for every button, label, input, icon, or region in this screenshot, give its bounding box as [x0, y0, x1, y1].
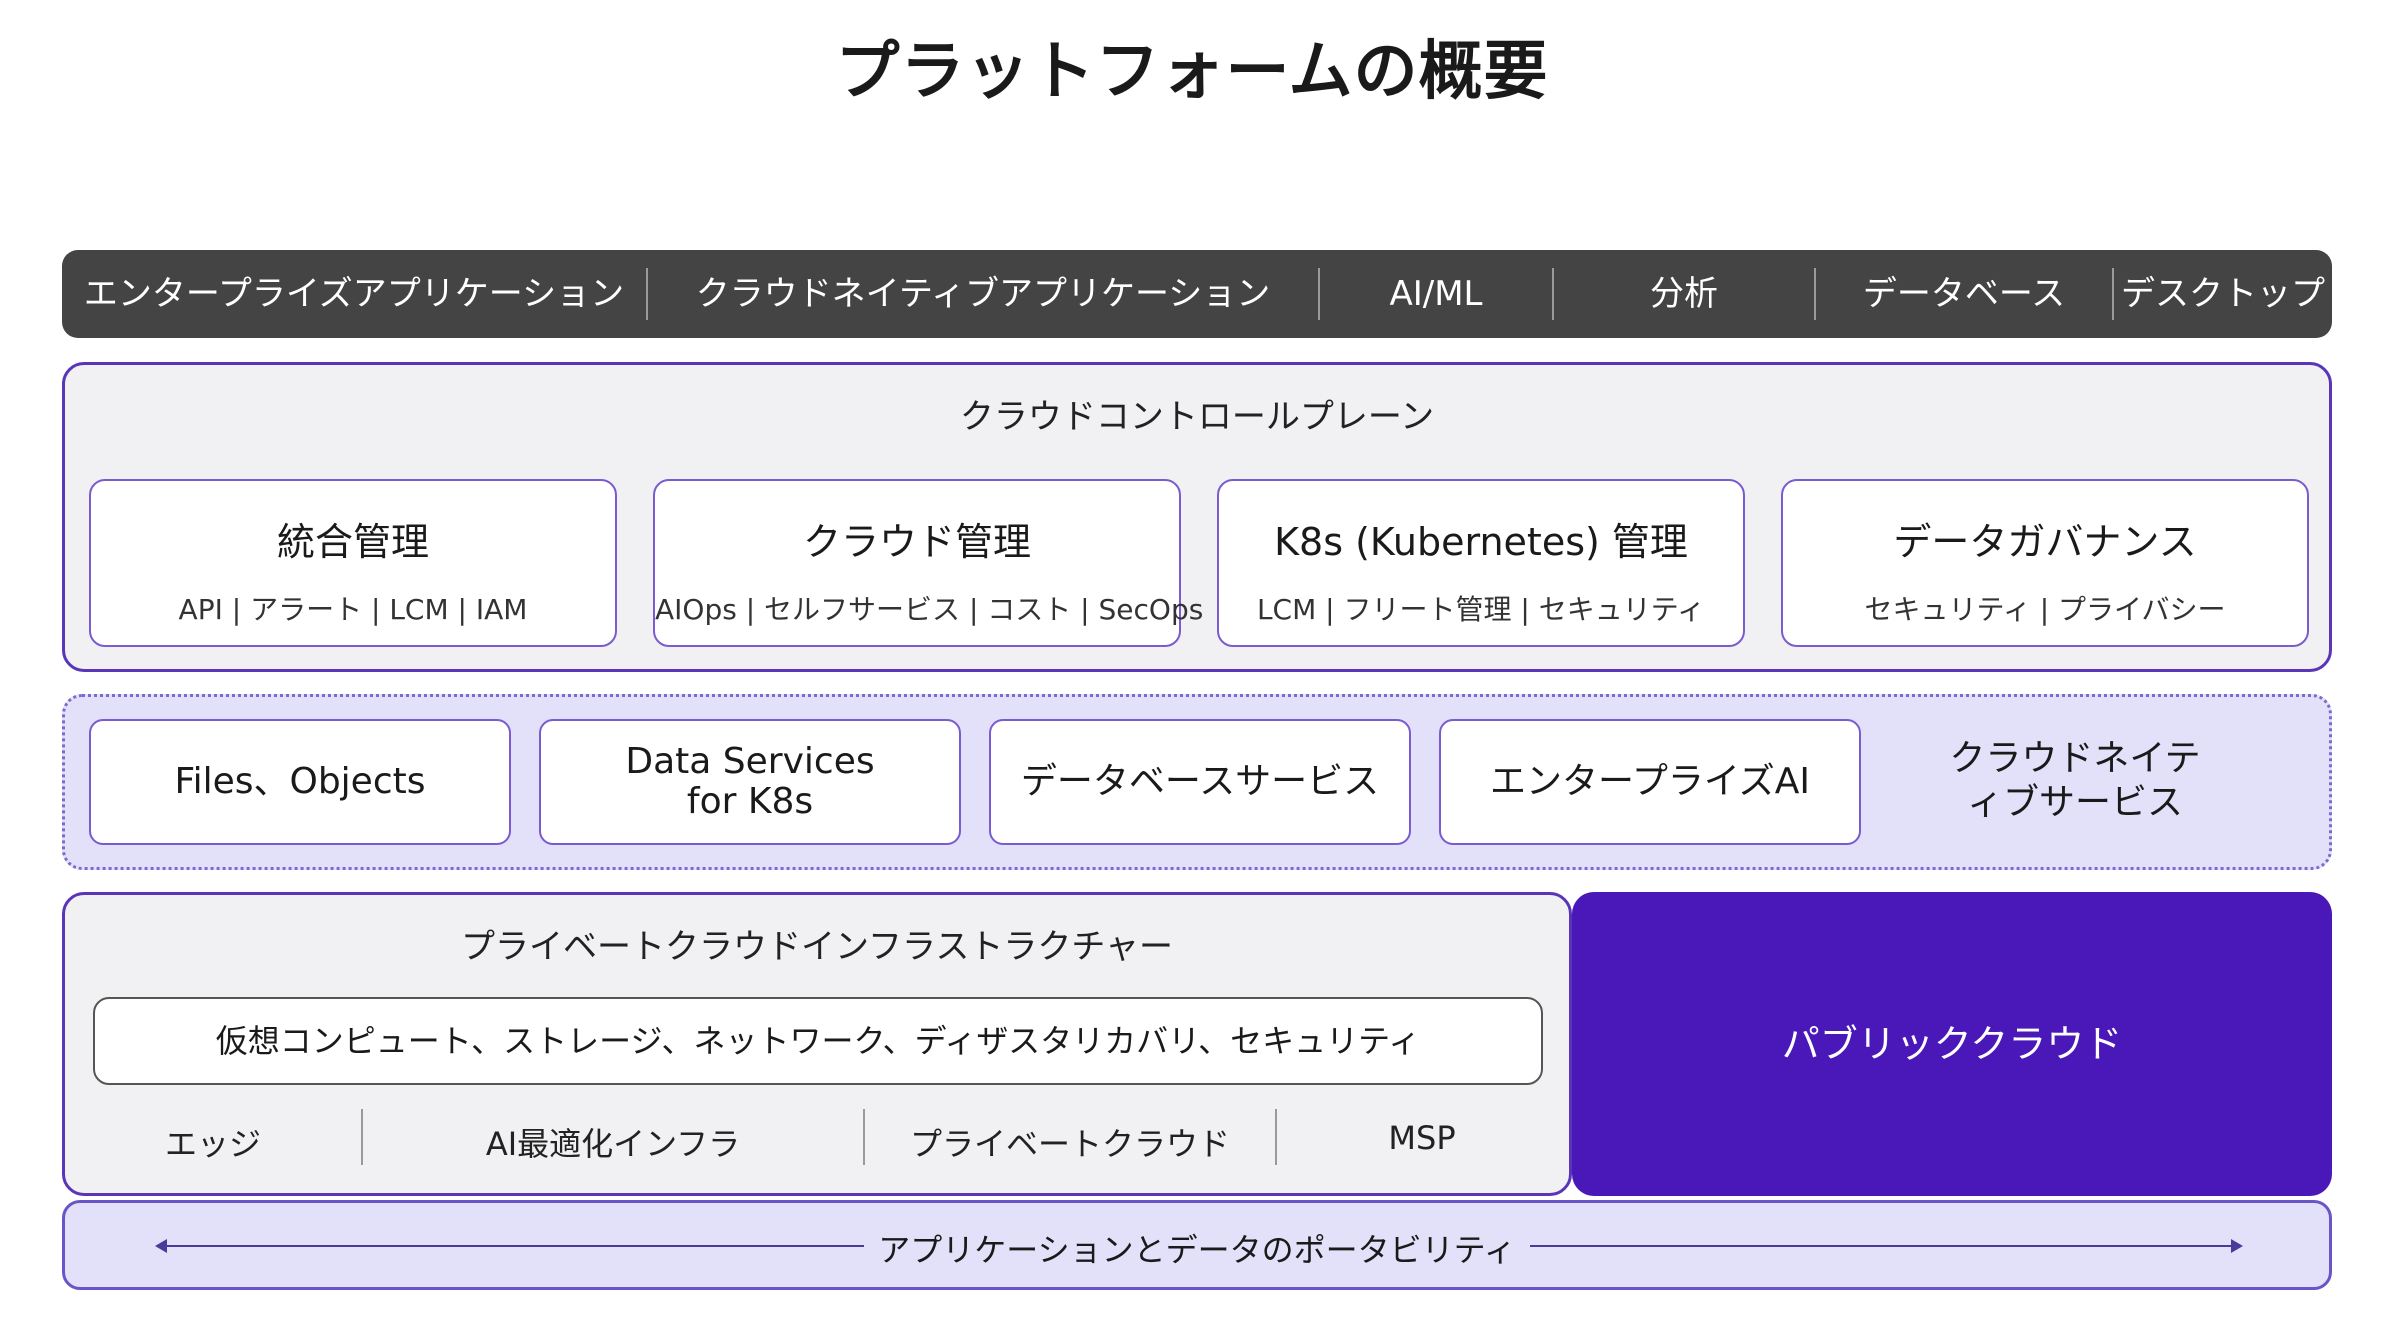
cloud-control-plane: クラウドコントロールプレーン 統合管理 API | アラート | LCM | I… [62, 362, 2332, 672]
portability-label-wrap: アプリケーションとデータのポータビリティ [65, 1225, 2329, 1271]
app-ai-ml: AI/ML [1389, 274, 1483, 314]
portability-label: アプリケーションとデータのポータビリティ [864, 1231, 1530, 1269]
card-subtitle: API | アラート | LCM | IAM [178, 593, 528, 626]
card-title: クラウド管理 [802, 520, 1031, 564]
applications-bar: エンタープライズアプリケーション クラウドネイティブアプリケーション AI/ML… [62, 250, 2332, 338]
card-title: K8s (Kubernetes) 管理 [1274, 520, 1688, 564]
infrastructure-capabilities-bar: 仮想コンピュート、ストレージ、ネットワーク、ディザスタリカバリ、セキュリティ [93, 997, 1543, 1085]
infra-private-cloud: プライベートクラウド [909, 1125, 1230, 1163]
infra-ai-optimized: AI最適化インフラ [485, 1125, 741, 1163]
card-subtitle: AIOps | セルフサービス | コスト | SecOps [655, 593, 1204, 626]
app-analytics: 分析 [1650, 274, 1718, 314]
app-database: データベース [1862, 274, 2066, 314]
card-title: 統合管理 [276, 520, 429, 564]
cloud-native-services-label: クラウドネイティブサービス [1949, 738, 2201, 823]
public-cloud: パブリッククラウド [1572, 892, 2332, 1196]
app-cloud-native-applications: クラウドネイティブアプリケーション [695, 274, 1271, 314]
control-plane-label: クラウドコントロールプレーン [959, 397, 1435, 437]
app-desktop: デスクトップ [2121, 274, 2325, 314]
card-unified-management: 統合管理 API | アラート | LCM | IAM [89, 479, 617, 647]
card-data-governance: データガバナンス セキュリティ | プライバシー [1781, 479, 2309, 647]
card-cloud-management: クラウド管理 AIOps | セルフサービス | コスト | SecOps [653, 479, 1204, 647]
card-title: データガバナンス [1893, 520, 2197, 564]
private-infra-label: プライベートクラウドインフラストラクチャー [461, 927, 1173, 967]
service-files-objects: Files、Objects [89, 719, 511, 845]
app-enterprise-applications: エンタープライズアプリケーション [83, 274, 625, 314]
service-data-services-k8s: Data Services for K8s [539, 719, 961, 845]
card-k8s-management: K8s (Kubernetes) 管理 LCM | フリート管理 | セキュリテ… [1217, 479, 1745, 647]
card-subtitle: LCM | フリート管理 | セキュリティ [1256, 593, 1706, 626]
cloud-native-services: Files、Objects Data Services for K8s データベ… [62, 694, 2332, 870]
card-subtitle: セキュリティ | プライバシー [1864, 593, 2226, 626]
page-title: プラットフォームの概要 [835, 35, 1549, 109]
infra-edge: エッジ [164, 1125, 261, 1163]
infra-msp: MSP [1388, 1119, 1456, 1157]
private-cloud-infrastructure: プライベートクラウドインフラストラクチャー 仮想コンピュート、ストレージ、ネット… [62, 892, 1572, 1196]
service-database: データベースサービス [989, 719, 1411, 845]
service-enterprise-ai: エンタープライズAI [1439, 719, 1861, 845]
portability-bar: アプリケーションとデータのポータビリティ [62, 1200, 2332, 1290]
